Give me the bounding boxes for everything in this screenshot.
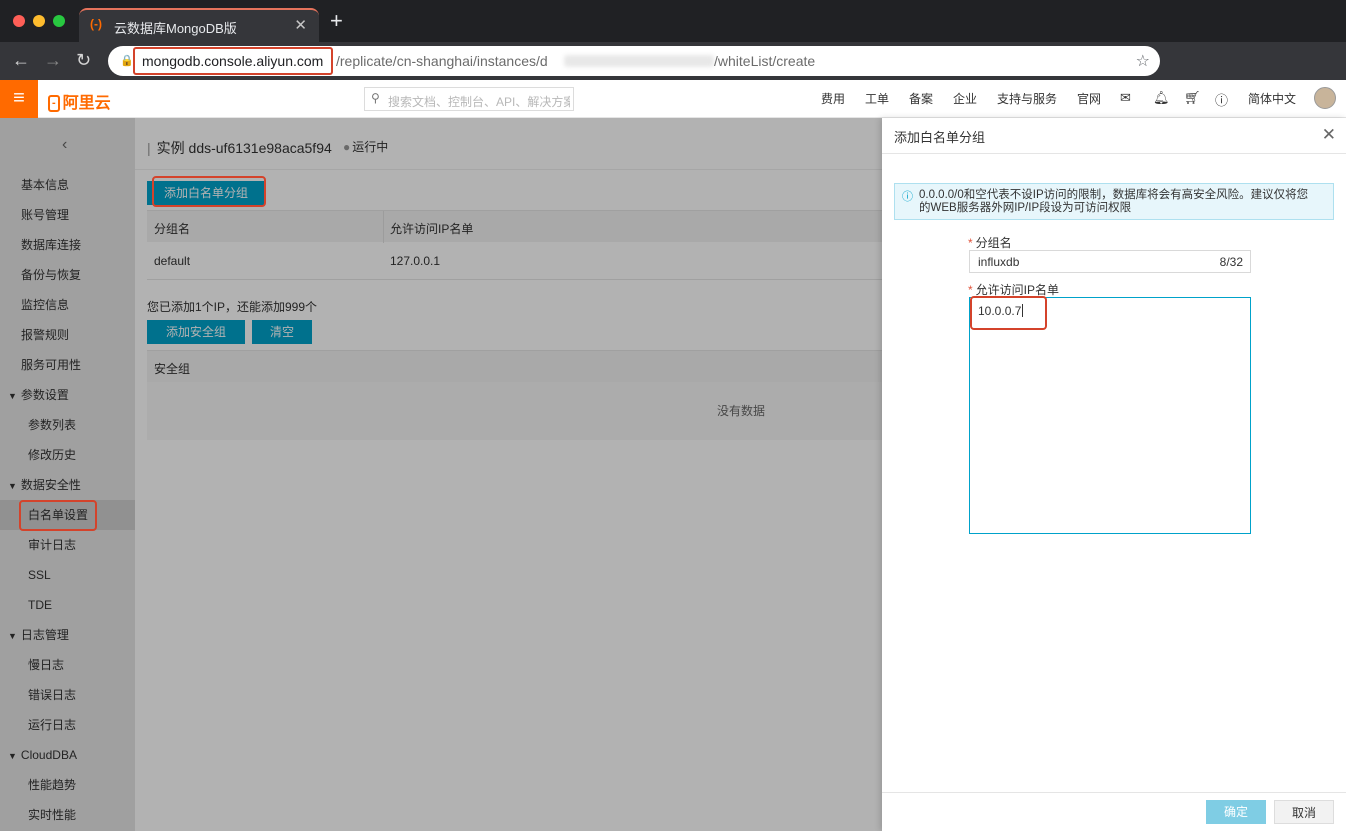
add-group-highlight-annotation <box>152 176 266 207</box>
bell-icon[interactable]: 🔔︎ <box>1153 90 1170 106</box>
url-highlight-annotation <box>133 47 333 75</box>
tab-close-icon[interactable]: ✕ <box>294 16 307 34</box>
nav-icp[interactable]: 备案 <box>909 90 933 107</box>
bookmark-star-icon[interactable]: ☆ <box>1136 51 1150 71</box>
message-icon[interactable]: ✉ <box>1120 90 1131 106</box>
minimize-window-icon[interactable] <box>33 15 45 27</box>
cart-icon[interactable]: 🛒︎ <box>1184 90 1201 106</box>
group-name-label-text: 分组名 <box>975 236 1012 250</box>
close-window-icon[interactable] <box>13 15 25 27</box>
notice-text: 0.0.0.0/0和空代表不设IP访问的限制，数据库将会有高安全风险。建议仅将您… <box>919 189 1309 214</box>
redacted-url-segment <box>564 55 714 67</box>
url-tail: /whiteList/create <box>714 53 816 69</box>
ip-list-label-text: 允许访问IP名单 <box>975 283 1060 297</box>
new-tab-button[interactable]: + <box>330 10 343 32</box>
url-path: /replicate/cn-shanghai/instances/d <box>336 53 548 69</box>
close-icon[interactable]: ✕ <box>1322 125 1336 145</box>
browser-tab[interactable]: (-) 云数据库MongoDB版 ✕ <box>79 8 319 42</box>
avatar[interactable] <box>1314 87 1336 109</box>
back-icon[interactable]: ← <box>12 50 30 70</box>
language-switch[interactable]: 简体中文 <box>1248 90 1296 107</box>
nav-support[interactable]: 支持与服务 <box>997 90 1057 107</box>
console-topbar: ≡ - 阿里云 ⚲ 搜索文档、控制台、API、解决方案 费用 工单 备案 企业 支… <box>0 80 1346 118</box>
aliyun-favicon-icon: (-) <box>90 17 102 31</box>
security-notice: ⓘ 0.0.0.0/0和空代表不设IP访问的限制，数据库将会有高安全风险。建议仅… <box>894 183 1334 220</box>
search-placeholder: 搜索文档、控制台、API、解决方案 <box>388 95 570 109</box>
modal-overlay[interactable] <box>0 118 882 831</box>
char-counter: 8/32 <box>1219 255 1243 269</box>
nav-tickets[interactable]: 工单 <box>865 90 889 107</box>
required-mark: * <box>968 236 973 250</box>
whitelist-highlight-annotation <box>19 500 97 531</box>
forward-icon[interactable]: → <box>44 50 62 70</box>
group-name-label: * 分组名 <box>968 234 1012 251</box>
search-icon: ⚲ <box>371 91 380 105</box>
group-name-value: influxdb <box>978 255 1020 269</box>
help-icon[interactable]: ⓘ <box>1215 90 1228 109</box>
ip-input-highlight-annotation <box>970 296 1047 330</box>
divider <box>882 153 1346 154</box>
tab-title: 云数据库MongoDB版 <box>114 21 237 36</box>
maximize-window-icon[interactable] <box>53 15 65 27</box>
logo-mark-icon: - <box>48 95 60 112</box>
divider <box>882 792 1346 793</box>
reload-icon[interactable]: ↻ <box>76 50 91 70</box>
nav-enterprise[interactable]: 企业 <box>953 90 977 107</box>
drawer-title: 添加白名单分组 <box>894 130 986 145</box>
logo-text: 阿里云 <box>62 95 111 112</box>
aliyun-logo[interactable]: - 阿里云 <box>48 89 111 113</box>
menu-icon[interactable]: ≡ <box>0 80 38 118</box>
browser-tab-bar: (-) 云数据库MongoDB版 ✕ + <box>0 0 1346 42</box>
cancel-button[interactable]: 取消 <box>1274 800 1334 824</box>
ip-list-textarea[interactable]: 10.0.0.7 <box>969 297 1251 534</box>
info-icon: ⓘ <box>902 191 913 203</box>
search-input[interactable]: ⚲ 搜索文档、控制台、API、解决方案 <box>364 87 574 111</box>
confirm-button[interactable]: 确定 <box>1206 800 1266 824</box>
required-mark: * <box>968 283 973 297</box>
nav-official-site[interactable]: 官网 <box>1077 90 1101 107</box>
group-name-input[interactable]: influxdb 8/32 <box>969 250 1251 273</box>
lock-icon: 🔒 <box>120 55 134 67</box>
nav-fees[interactable]: 费用 <box>821 90 845 107</box>
add-whitelist-drawer: 添加白名单分组 ✕ ⓘ 0.0.0.0/0和空代表不设IP访问的限制，数据库将会… <box>882 118 1346 831</box>
